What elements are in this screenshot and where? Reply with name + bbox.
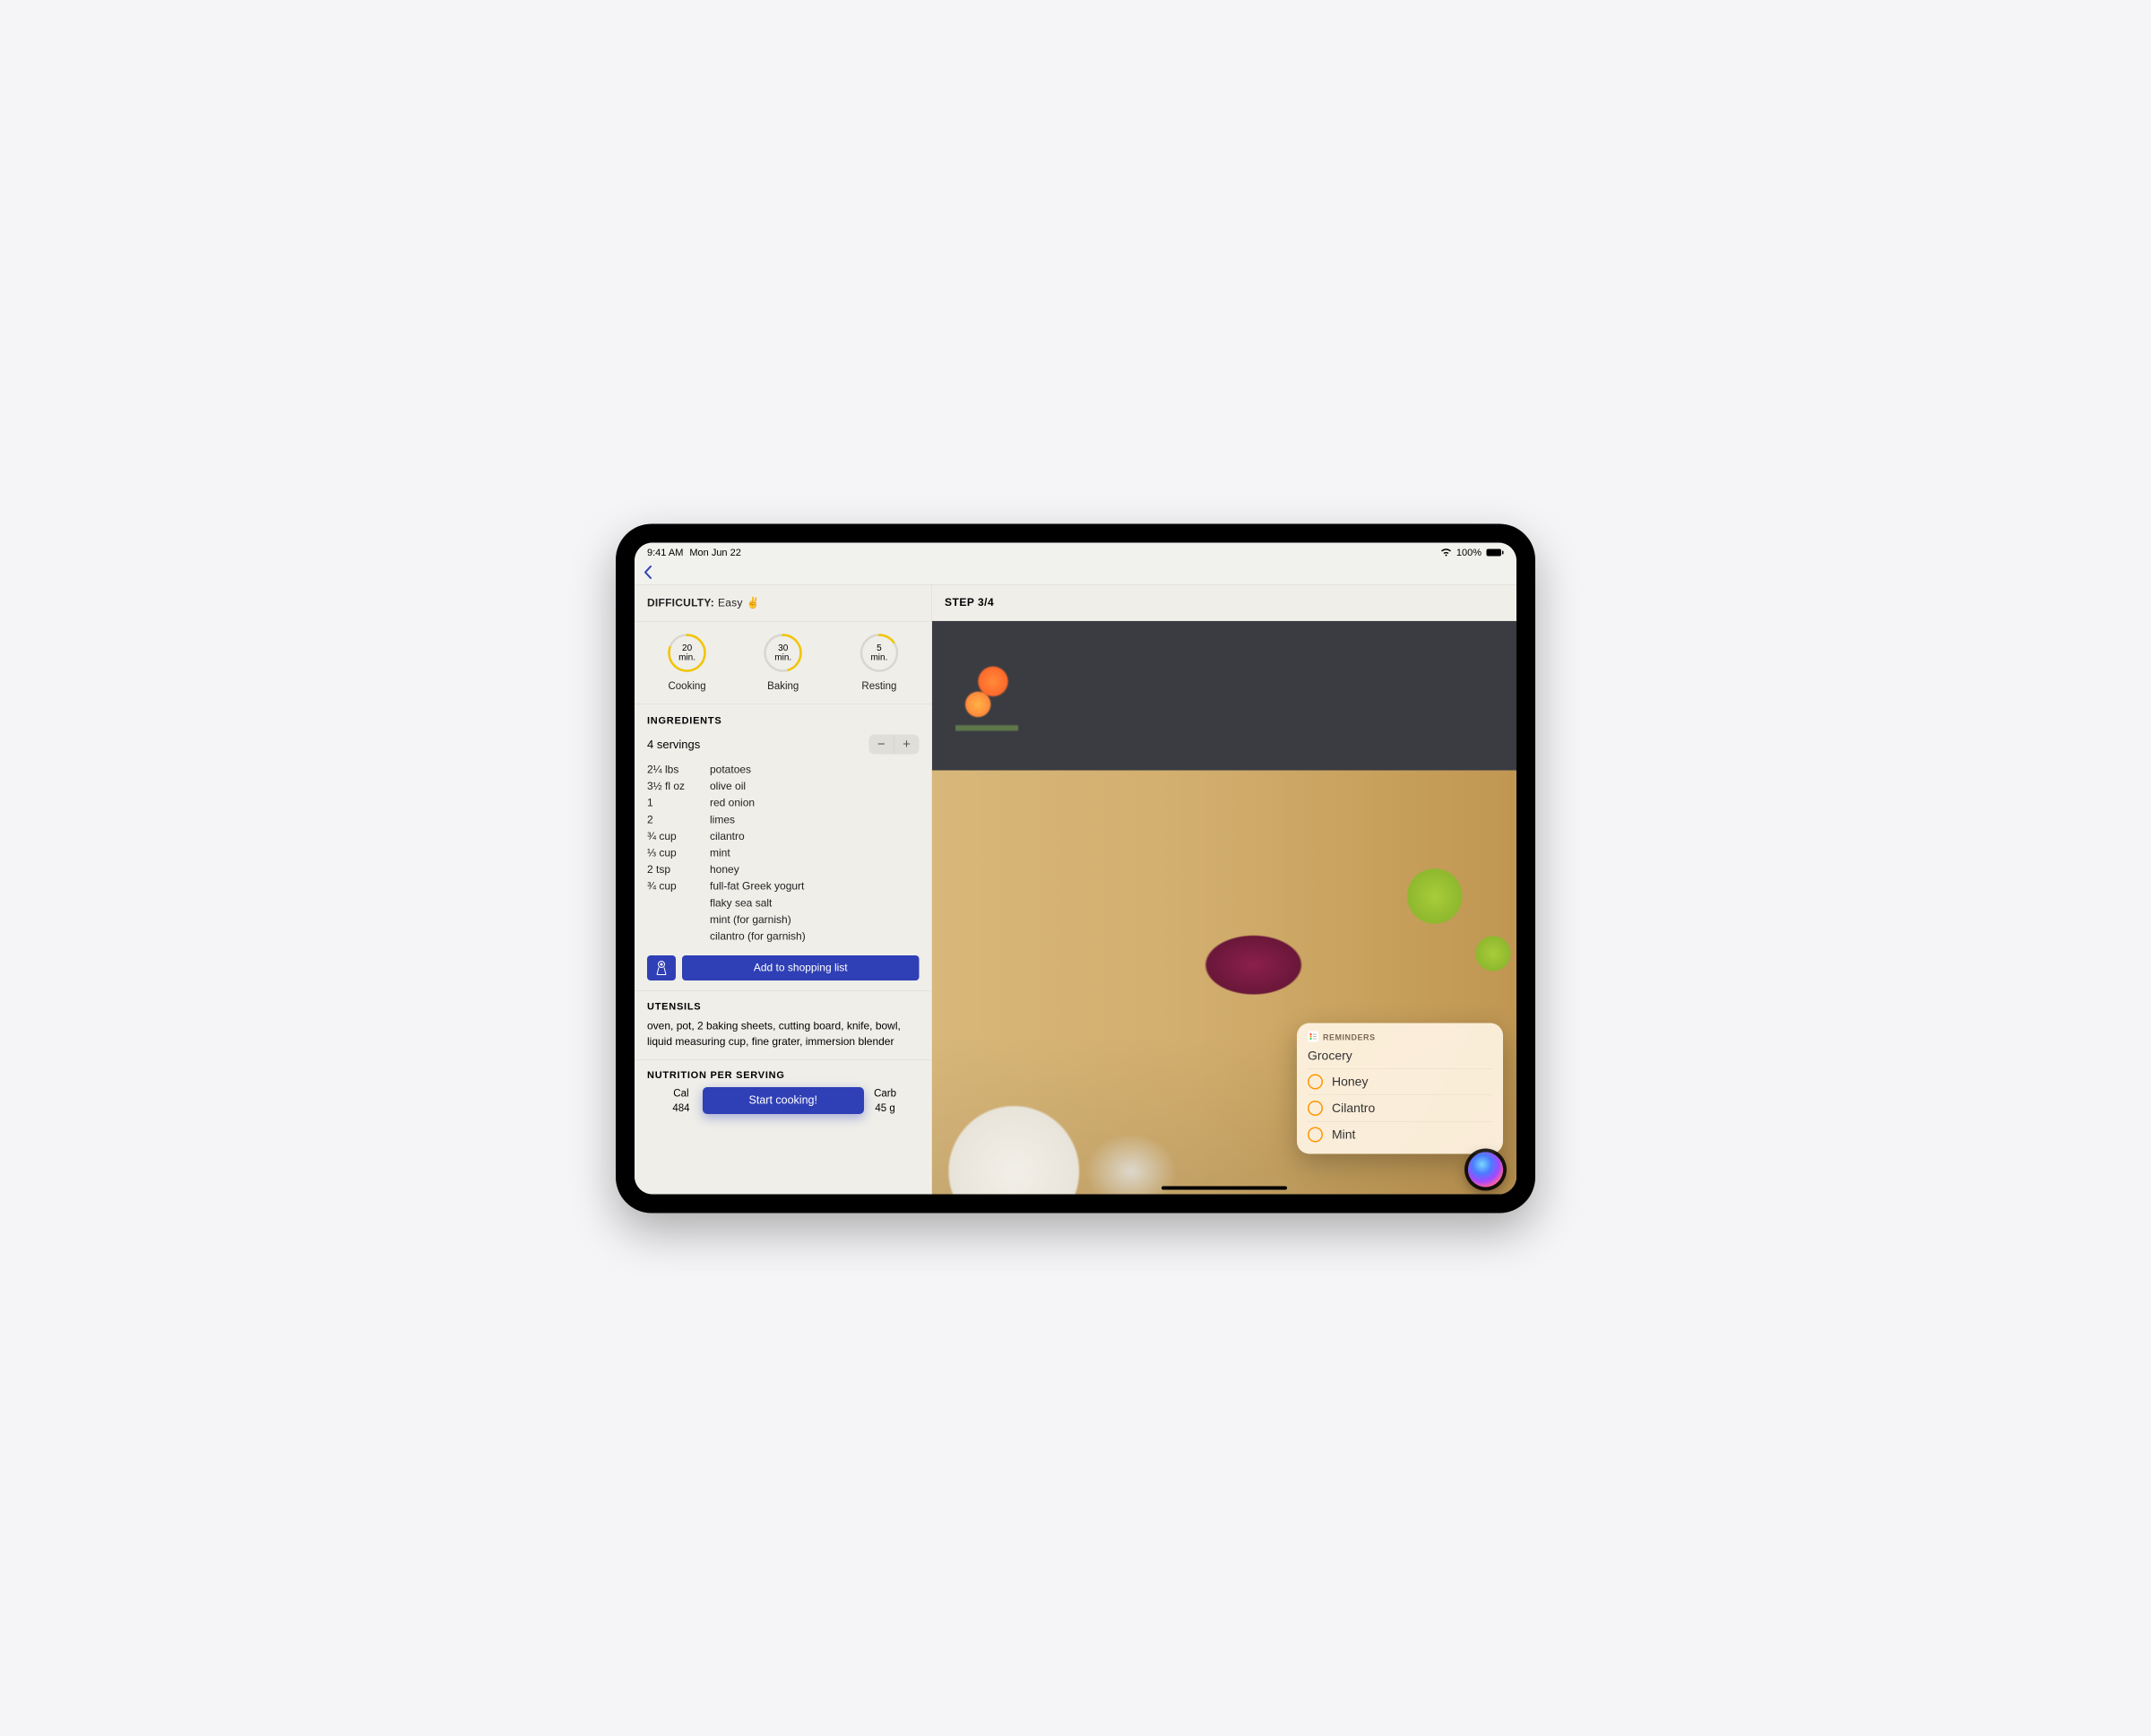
ingredient-name: red onion <box>710 794 755 811</box>
timer-value: 5 <box>877 643 882 653</box>
ingredient-qty <box>647 911 710 928</box>
ingredient-qty: 2 <box>647 811 710 828</box>
reminder-text: Cilantro <box>1332 1101 1375 1115</box>
add-to-shopping-list-button[interactable]: Add to shopping list <box>682 955 920 980</box>
timer-value: 20 <box>682 643 692 653</box>
ingredient-name: mint (for garnish) <box>710 911 791 928</box>
reminder-checkbox[interactable] <box>1308 1101 1323 1116</box>
scale-icon-button[interactable] <box>647 955 676 980</box>
step-pane: STEP 3/4 REMINDERS Grocery Honey Cilantro… <box>932 584 1516 1194</box>
timers-row: 20min. Cooking 30min. Baking 5min. Resti… <box>635 621 932 704</box>
utensils-heading: UTENSILS <box>647 1000 920 1012</box>
ipad-frame: 9:41 AM Mon Jun 22 100% DIFFICULTY: Easy… <box>616 523 1535 1213</box>
ingredient-row: cilantro (for garnish) <box>647 928 920 945</box>
ingredients-section: INGREDIENTS 4 servings − + 2¼ lbspotatoe… <box>635 704 932 990</box>
difficulty-label: DIFFICULTY: <box>647 596 714 609</box>
battery-icon <box>1486 548 1504 557</box>
timer-ring: 5min. <box>859 632 900 673</box>
servings-label: 4 servings <box>647 737 700 751</box>
ingredient-row: ¾ cupcilantro <box>647 827 920 844</box>
timer-value: 30 <box>778 643 788 653</box>
reminder-item[interactable]: Cilantro <box>1308 1094 1492 1121</box>
status-bar: 9:41 AM Mon Jun 22 100% <box>635 542 1516 562</box>
timer-unit: min. <box>870 652 887 662</box>
servings-minus-button[interactable]: − <box>869 734 894 754</box>
ingredient-row: 2 tsphoney <box>647 861 920 878</box>
ingredient-name: flaky sea salt <box>710 894 772 911</box>
ingredient-row: 2limes <box>647 811 920 828</box>
reminder-text: Honey <box>1332 1075 1368 1089</box>
status-battery-text: 100% <box>1456 547 1482 558</box>
ingredient-name: potatoes <box>710 761 751 778</box>
ingredient-row: 1red onion <box>647 794 920 811</box>
nutrition-heading: NUTRITION PER SERVING <box>647 1068 920 1080</box>
reminders-app-icon <box>1308 1031 1318 1044</box>
home-indicator[interactable] <box>1162 1186 1287 1189</box>
difficulty-emoji: ✌️ <box>747 596 760 609</box>
timer: 20min. Cooking <box>649 632 725 692</box>
ingredient-name: olive oil <box>710 778 746 795</box>
timer-unit: min. <box>678 652 695 662</box>
reminders-card[interactable]: REMINDERS Grocery Honey Cilantro Mint <box>1297 1023 1503 1153</box>
servings-plus-button[interactable]: + <box>894 734 920 754</box>
ingredient-qty <box>647 928 710 945</box>
wifi-icon <box>1440 548 1452 557</box>
ingredient-row: flaky sea salt <box>647 894 920 911</box>
ingredient-qty: ⅓ cup <box>647 844 710 861</box>
reminder-checkbox[interactable] <box>1308 1127 1323 1142</box>
nav-bar <box>635 562 1516 584</box>
timer: 30min. Baking <box>745 632 821 692</box>
start-cooking-button[interactable]: Start cooking! <box>703 1086 864 1113</box>
ingredient-name: limes <box>710 811 735 828</box>
screen: 9:41 AM Mon Jun 22 100% DIFFICULTY: Easy… <box>635 542 1516 1194</box>
utensils-section: UTENSILS oven, pot, 2 baking sheets, cut… <box>635 990 932 1059</box>
nutrition-section: NUTRITION PER SERVING Cal48410 g27 gCarb… <box>635 1059 932 1118</box>
ingredient-qty: 3½ fl oz <box>647 778 710 795</box>
ingredient-name: cilantro (for garnish) <box>710 928 806 945</box>
reminder-checkbox[interactable] <box>1308 1074 1323 1089</box>
timer-ring: 30min. <box>763 632 804 673</box>
ingredients-heading: INGREDIENTS <box>647 714 920 726</box>
ingredient-row: ¾ cupfull-fat Greek yogurt <box>647 877 920 894</box>
utensils-text: oven, pot, 2 baking sheets, cutting boar… <box>647 1018 920 1049</box>
ingredient-name: honey <box>710 861 739 878</box>
difficulty-row: DIFFICULTY: Easy ✌️ <box>635 584 932 621</box>
difficulty-value: Easy <box>718 596 743 609</box>
ingredient-row: 2¼ lbspotatoes <box>647 761 920 778</box>
ingredient-name: mint <box>710 844 730 861</box>
timer-unit: min. <box>774 652 791 662</box>
ingredient-qty: ¾ cup <box>647 877 710 894</box>
ingredient-qty <box>647 894 710 911</box>
timer-label: Cooking <box>649 679 725 692</box>
reminder-item[interactable]: Honey <box>1308 1068 1492 1095</box>
recipe-sidebar: DIFFICULTY: Easy ✌️ 20min. Cooking 30min… <box>635 584 932 1194</box>
servings-stepper: − + <box>869 734 920 754</box>
reminders-app-label: REMINDERS <box>1323 1032 1376 1042</box>
timer-label: Baking <box>745 679 821 692</box>
ingredient-name: cilantro <box>710 827 745 844</box>
ingredient-row: mint (for garnish) <box>647 911 920 928</box>
ingredient-row: ⅓ cupmint <box>647 844 920 861</box>
reminders-list-name: Grocery <box>1308 1049 1492 1063</box>
ingredient-qty: 2¼ lbs <box>647 761 710 778</box>
ingredient-qty: 1 <box>647 794 710 811</box>
ingredient-row: 3½ fl ozolive oil <box>647 778 920 795</box>
reminder-item[interactable]: Mint <box>1308 1121 1492 1148</box>
reminder-text: Mint <box>1332 1127 1355 1142</box>
back-button[interactable] <box>643 565 653 583</box>
siri-orb[interactable] <box>1468 1152 1503 1187</box>
ingredient-name: full-fat Greek yogurt <box>710 877 804 894</box>
timer-label: Resting <box>841 679 917 692</box>
timer: 5min. Resting <box>841 632 917 692</box>
ingredient-qty: 2 tsp <box>647 861 710 878</box>
status-time: 9:41 AM <box>647 547 683 558</box>
ingredients-list: 2¼ lbspotatoes3½ fl ozolive oil1red onio… <box>647 761 920 945</box>
ingredient-qty: ¾ cup <box>647 827 710 844</box>
status-date: Mon Jun 22 <box>689 547 740 558</box>
timer-ring: 20min. <box>667 632 708 673</box>
step-label: STEP 3/4 <box>932 584 1516 621</box>
